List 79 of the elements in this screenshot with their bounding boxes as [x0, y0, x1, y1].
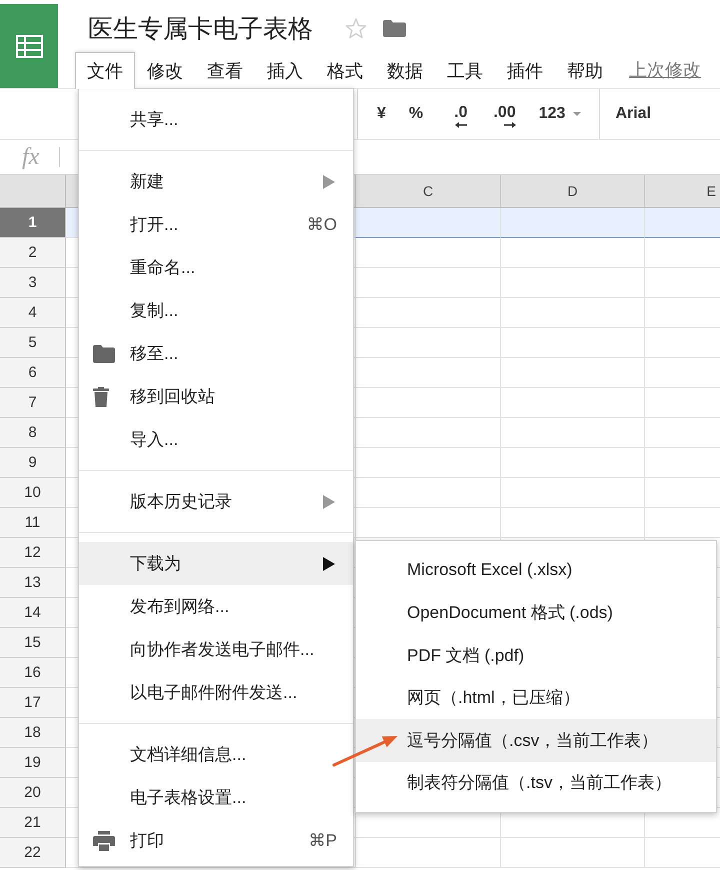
row-header[interactable]: 4 [0, 298, 66, 328]
menu-item[interactable]: 共享... [79, 98, 353, 141]
row-header[interactable]: 10 [0, 478, 66, 508]
menu-bar-item[interactable]: 插件 [495, 52, 555, 88]
menu-item[interactable]: 电子表格设置... [79, 776, 353, 819]
currency-format-button[interactable]: ¥ [372, 102, 391, 126]
menu-bar-item[interactable]: 插入 [255, 52, 315, 88]
row-header[interactable]: 8 [0, 418, 66, 448]
row-header[interactable]: 12 [0, 538, 66, 568]
menu-item[interactable]: PDF 文档 (.pdf) [356, 634, 716, 676]
row-header[interactable]: 11 [0, 508, 66, 538]
folder-icon[interactable] [383, 20, 406, 36]
menu-item[interactable]: 导入... [79, 418, 353, 461]
menu-item[interactable]: 打开... ⌘O [79, 203, 353, 246]
menu-item[interactable]: 网页（.html，已压缩） [356, 676, 716, 719]
menu-item[interactable]: 制表符分隔值（.tsv，当前工作表） [356, 762, 716, 804]
menu-bar-item[interactable]: 格式 [315, 52, 375, 88]
row-header[interactable]: 1 [0, 208, 66, 238]
menu-item[interactable]: 以电子邮件附件发送... [79, 671, 353, 714]
formula-label: fx [22, 145, 40, 169]
row-header[interactable]: 18 [0, 718, 66, 748]
table-cell[interactable] [355, 208, 500, 238]
printer-icon [93, 830, 115, 850]
menu-item[interactable]: Microsoft Excel (.xlsx) [356, 549, 716, 592]
row-header[interactable]: 17 [0, 688, 66, 718]
font-dropdown[interactable]: Arial [610, 102, 656, 126]
row-header[interactable]: 2 [0, 238, 66, 268]
row-header[interactable]: 20 [0, 778, 66, 808]
row-header[interactable]: 14 [0, 598, 66, 628]
menu-bar-item[interactable]: 工具 [435, 52, 495, 88]
menu-bar-item[interactable]: 修改 [135, 52, 195, 88]
menu-item[interactable]: 复制... [79, 289, 353, 332]
star-icon[interactable] [345, 18, 367, 38]
row-header[interactable]: 15 [0, 628, 66, 658]
menu-item[interactable]: 打印 ⌘P [79, 819, 353, 862]
table-cell[interactable] [500, 208, 644, 238]
row-header[interactable]: 16 [0, 658, 66, 688]
decrease-decimal-button[interactable]: .0 [449, 96, 472, 132]
row-header[interactable]: 9 [0, 448, 66, 478]
menu-item[interactable]: 向协作者发送电子邮件... [79, 628, 353, 671]
number-format-dropdown[interactable]: 123 [534, 102, 586, 126]
menu-item[interactable]: 移到回收站 [79, 375, 353, 418]
menu-item[interactable]: 文档详细信息... [79, 733, 353, 776]
row-header[interactable]: 22 [0, 838, 66, 868]
column-header[interactable]: C [355, 175, 500, 207]
menu-bar-item[interactable]: 查看 [195, 52, 255, 88]
trash-icon [93, 386, 109, 406]
row-header[interactable]: 3 [0, 268, 66, 298]
menu-item[interactable]: 新建 [79, 160, 353, 203]
menu-item[interactable]: OpenDocument 格式 (.ods) [356, 592, 716, 634]
menu-item[interactable]: 下载为 [79, 542, 353, 585]
menu-item[interactable]: 重命名... [79, 246, 353, 289]
menu-item[interactable]: 版本历史记录 [79, 480, 353, 523]
menu-bar-item[interactable]: 文件 [75, 52, 135, 89]
increase-decimal-button[interactable]: .00 [488, 96, 521, 132]
menu-item[interactable]: 移至... [79, 332, 353, 375]
row-header[interactable]: 5 [0, 328, 66, 358]
row-header[interactable]: 21 [0, 808, 66, 838]
row-header[interactable]: 19 [0, 748, 66, 778]
shortcut-label: ⌘P [308, 830, 337, 850]
arrow-left-icon [455, 122, 468, 128]
row-header[interactable]: 6 [0, 358, 66, 388]
menu-bar-item[interactable]: 帮助 [555, 52, 615, 88]
menu-bar-item[interactable]: 数据 [375, 52, 435, 88]
spreadsheet-logo-icon[interactable] [0, 4, 58, 88]
row-header[interactable]: 7 [0, 388, 66, 418]
caret-icon [573, 112, 582, 116]
column-header[interactable]: D [500, 175, 644, 207]
row-header[interactable]: 13 [0, 568, 66, 598]
column-header[interactable]: E [644, 175, 720, 207]
percent-format-button[interactable]: % [404, 102, 428, 126]
table-cell[interactable] [644, 208, 720, 238]
folder-icon [93, 344, 115, 362]
menu-item[interactable]: 发布到网络... [79, 585, 353, 628]
last-edit-link[interactable]: 上次修改 [629, 58, 701, 82]
document-title[interactable]: 医生专属卡电子表格 [88, 12, 313, 44]
shortcut-label: ⌘O [306, 214, 337, 234]
arrow-right-icon [504, 122, 516, 128]
menu-item[interactable]: 逗号分隔值（.csv，当前工作表） [356, 719, 716, 762]
